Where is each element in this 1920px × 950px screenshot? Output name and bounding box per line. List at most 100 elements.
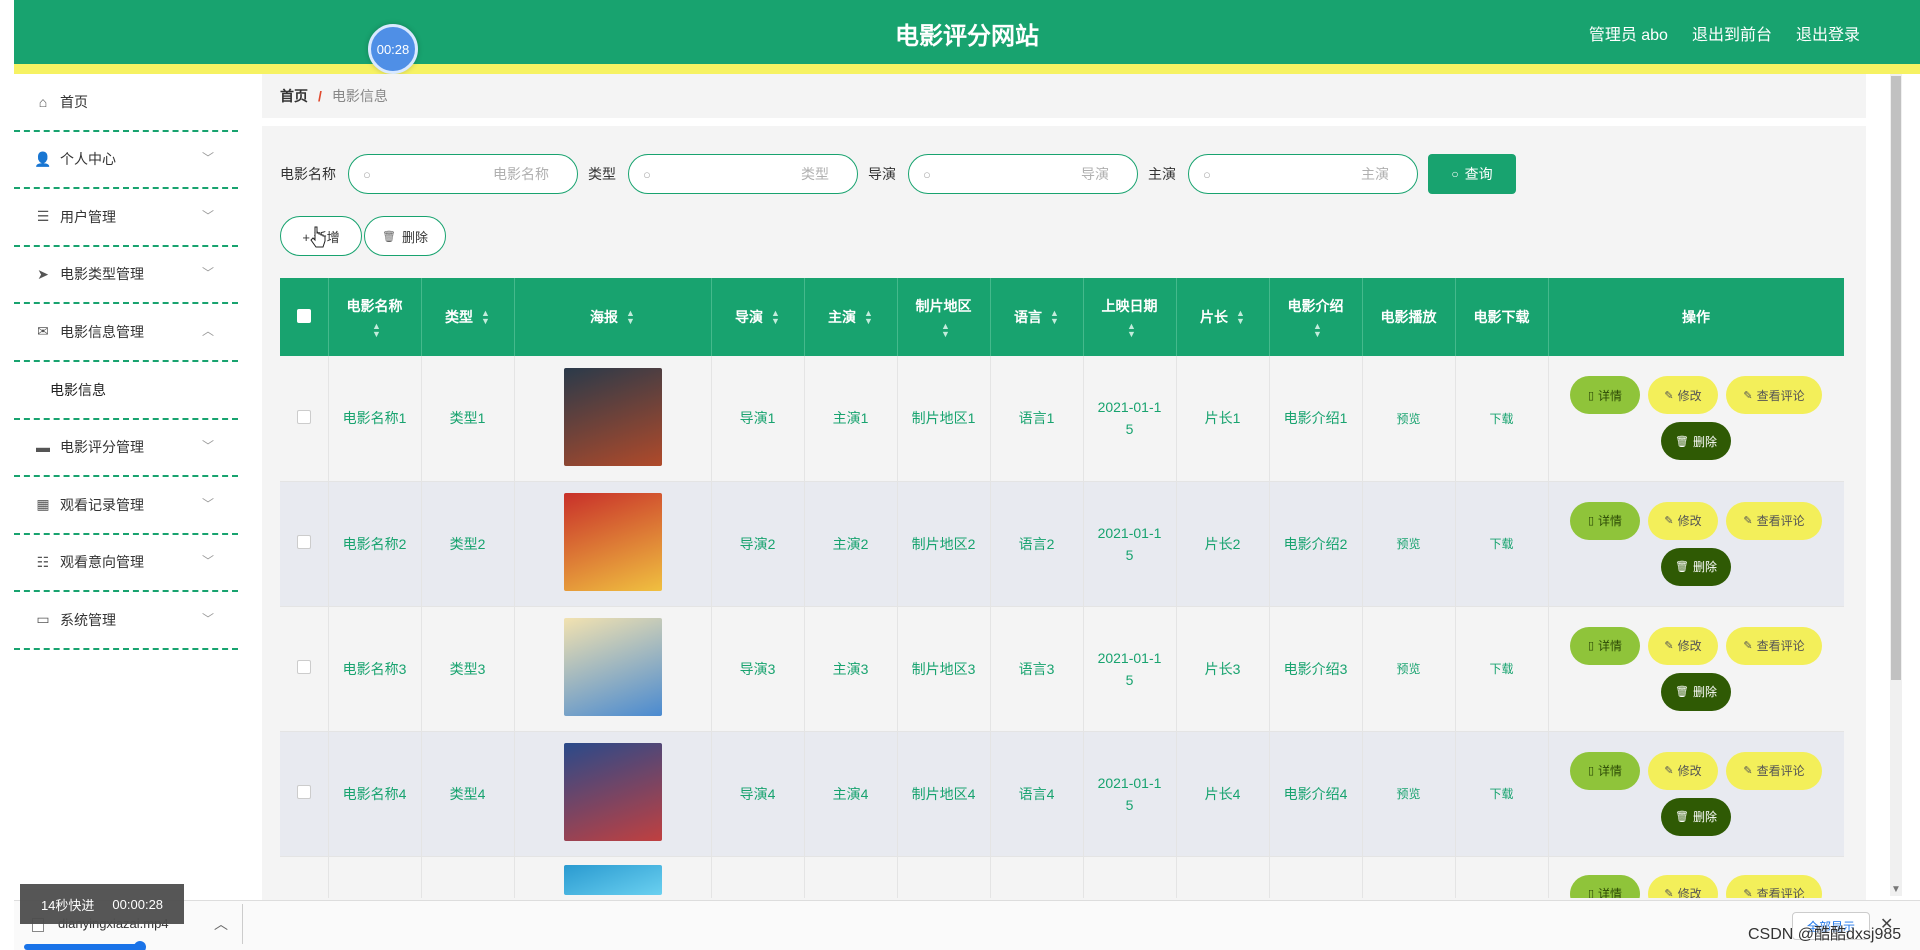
search-field[interactable]: ○ [908,154,1138,194]
play-preview-link[interactable]: 预览 [1362,731,1456,857]
view-reviews-button[interactable]: ✎ 查看评论 [1726,376,1822,415]
download-link[interactable] [1455,856,1549,898]
breadcrumb-home[interactable]: 首页 [280,86,308,106]
movie-poster-image[interactable] [563,864,662,895]
sidebar-item[interactable]: ➤ 电影类型管理 ﹀ [14,247,238,304]
edit-button[interactable]: ✎ 修改 [1648,874,1718,898]
select-all-checkbox[interactable] [296,308,311,323]
search-icon: ○ [363,166,371,182]
view-reviews-button-label: 查看评论 [1756,514,1805,528]
column-header[interactable]: 电影介绍 ▲ ▼ [1269,278,1363,356]
sort-icon[interactable]: ▲ ▼ [372,322,381,339]
column-header[interactable]: 上映日期 ▲ ▼ [1083,278,1177,356]
view-reviews-button[interactable]: ✎ 查看评论 [1726,751,1822,790]
sidebar-subitem-movie-info[interactable]: 电影信息 [14,362,238,420]
row-checkbox[interactable] [296,660,311,674]
pencil-icon: ✎ [1664,888,1674,898]
edit-button[interactable]: ✎ 修改 [1648,626,1718,665]
sidebar-item[interactable]: ▦ 观看记录管理 ﹀ [14,477,238,535]
play-preview-link[interactable] [1362,856,1456,898]
edit-button[interactable]: ✎ 修改 [1648,376,1718,415]
sort-icon[interactable]: ▲ ▼ [1236,309,1245,326]
director-cell: 导演2 [711,481,805,607]
sort-icon[interactable]: ▲ ▼ [941,322,950,339]
sidebar-item[interactable]: ▭ 系统管理 ﹀ [14,592,238,650]
back-to-frontend-link[interactable]: 退出到前台 [1692,21,1772,45]
sort-icon[interactable]: ▲ ▼ [864,309,873,326]
movie-poster-image[interactable] [563,618,662,716]
sort-icon[interactable]: ▲ ▼ [771,309,780,326]
row-checkbox[interactable] [296,535,311,549]
search-field[interactable]: ○ [628,154,858,194]
movie-poster-image[interactable] [563,493,662,591]
sidebar-item[interactable]: 👤 个人中心 ﹀ [14,132,238,189]
player-progress-knob[interactable] [134,941,146,950]
edit-button[interactable]: ✎ 修改 [1648,751,1718,790]
trash-icon: 🗑 [1675,435,1689,448]
edit-button[interactable]: ✎ 修改 [1648,501,1718,540]
column-header[interactable]: 海报 ▲ ▼ [514,278,712,356]
view-reviews-button[interactable]: ✎ 查看评论 [1726,501,1822,540]
movie-poster-image[interactable] [563,367,662,466]
search-field[interactable]: ○ [1188,154,1418,194]
play-preview-link[interactable]: 预览 [1362,356,1456,482]
scrollbar-thumb[interactable] [1891,76,1901,680]
table-row: 电影名称3 类型3 导演3 主演3 制片地区3 语言3 2021-01-1 5 片长3 电影介绍3… [280,606,1844,732]
admin-user-link[interactable]: 管理员 abo [1589,21,1668,45]
download-link[interactable]: 下载 [1455,606,1549,732]
sort-icon[interactable]: ▲ ▼ [626,309,635,326]
download-link[interactable]: 下载 [1455,481,1549,607]
play-preview-link[interactable]: 预览 [1362,606,1456,732]
delete-button[interactable]: 🗑 删除 [1661,422,1731,461]
sidebar-item[interactable]: ☰ 用户管理 ﹀ [14,189,238,247]
column-header[interactable]: 片长 ▲ ▼ [1176,278,1270,356]
column-header[interactable]: 类型 ▲ ▼ [421,278,515,356]
sort-icon[interactable]: ▲ ▼ [481,309,490,326]
sort-icon[interactable]: ▲ ▼ [1127,322,1136,339]
detail-button[interactable]: ▯ 详情 [1570,751,1640,790]
detail-button[interactable]: ▯ 详情 [1570,501,1640,540]
play-preview-link[interactable]: 预览 [1362,481,1456,607]
sort-icon[interactable]: ▲ ▼ [1313,322,1322,339]
search-input[interactable] [938,166,1123,182]
view-reviews-button[interactable]: ✎ 查看评论 [1726,874,1822,898]
column-header[interactable]: 制片地区 ▲ ▼ [897,278,991,356]
column-header[interactable]: 电影播放 [1362,278,1456,356]
bulk-delete-button[interactable]: 🗑 删除 [364,216,446,256]
delete-button[interactable]: 🗑 删除 [1661,797,1731,836]
delete-button[interactable]: 🗑 删除 [1661,547,1731,586]
column-header[interactable]: 语言 ▲ ▼ [990,278,1084,356]
download-link[interactable]: 下载 [1455,356,1549,482]
column-header[interactable]: 操作 [1548,278,1844,356]
close-icon[interactable]: ✕ [1880,914,1893,934]
column-header[interactable]: 导演 ▲ ▼ [711,278,805,356]
delete-button[interactable]: 🗑 删除 [1661,672,1731,711]
column-header[interactable]: 电影下载 [1455,278,1549,356]
column-header[interactable]: 电影名称 ▲ ▼ [328,278,422,356]
scroll-down-arrow-icon[interactable]: ▼ [1888,884,1904,896]
detail-button[interactable]: ▯ 详情 [1570,626,1640,665]
row-checkbox[interactable] [296,409,311,424]
logout-link[interactable]: 退出登录 [1796,21,1860,45]
movie-poster-image[interactable] [563,743,662,841]
detail-button[interactable]: ▯ 详情 [1570,376,1640,415]
sidebar-item[interactable]: ▬ 电影评分管理 ﹀ [14,420,238,477]
column-header[interactable]: 主演 ▲ ▼ [804,278,898,356]
player-progress[interactable] [24,944,143,950]
detail-button[interactable]: ▯ 详情 [1570,874,1640,898]
search-input[interactable] [1218,166,1403,182]
download-link[interactable]: 下载 [1455,731,1549,857]
row-checkbox[interactable] [296,785,311,799]
chevron-up-icon[interactable]: ︿ [214,914,228,934]
query-button[interactable]: ○ 查询 [1428,154,1516,194]
view-reviews-button[interactable]: ✎ 查看评论 [1726,626,1822,665]
sidebar-item[interactable]: ⌂ 首页 [14,74,238,132]
action-row: + 新增 🗑 删除 [280,216,446,256]
search-field[interactable]: ○ [348,154,578,194]
column-header-label: 操作 [1682,309,1710,325]
search-input[interactable] [378,166,563,182]
sidebar-item[interactable]: ☷ 观看意向管理 ﹀ [14,535,238,592]
sort-icon[interactable]: ▲ ▼ [1050,309,1059,326]
search-input[interactable] [658,166,843,182]
sidebar-item[interactable]: ✉ 电影信息管理 ︿ [14,304,238,362]
